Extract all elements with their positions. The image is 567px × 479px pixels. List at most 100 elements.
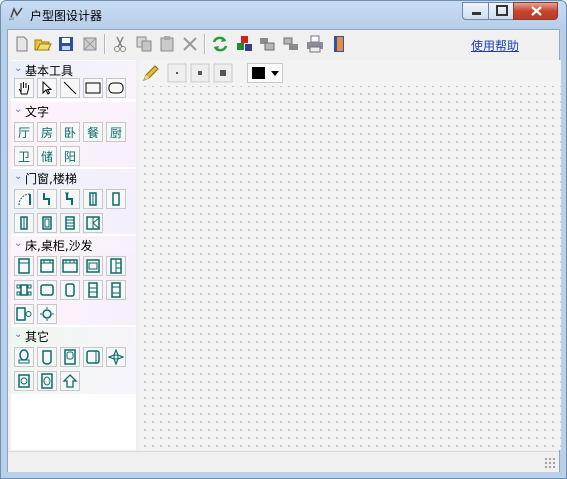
title-bar[interactable]: 户型图设计器 [1, 1, 566, 29]
print-preview-icon[interactable] [80, 34, 100, 54]
panel-header-text[interactable]: ⌄ 文字 [11, 102, 136, 119]
washbasin-icon[interactable] [60, 347, 80, 367]
minimize-icon [472, 12, 481, 15]
window-icon[interactable] [106, 189, 126, 209]
chevron-down-icon [271, 71, 279, 76]
window-title: 户型图设计器 [30, 9, 103, 23]
drawing-canvas[interactable] [139, 60, 561, 450]
window-icon[interactable] [83, 189, 103, 209]
maximize-icon [496, 5, 508, 16]
text-tool[interactable]: 房 [37, 122, 57, 142]
stairs-icon[interactable] [60, 213, 80, 233]
toolbar-separator [204, 34, 206, 54]
copy-icon[interactable] [134, 34, 154, 54]
sink-icon[interactable] [83, 347, 103, 367]
panel-label: 床,桌柜,沙发 [25, 239, 93, 253]
text-tool[interactable]: 阳 [60, 146, 80, 166]
text-tool[interactable]: 卧 [60, 122, 80, 142]
arrow-up-icon[interactable] [60, 371, 80, 391]
minimize-button[interactable] [462, 2, 489, 20]
new-icon[interactable] [12, 34, 32, 54]
sofa-icon[interactable] [106, 280, 126, 300]
ungroup-icon[interactable] [281, 34, 301, 54]
pointer-icon[interactable] [37, 78, 57, 98]
other-tools-panel [11, 344, 136, 394]
text-tool[interactable]: 餐 [83, 122, 103, 142]
refresh-icon[interactable] [210, 34, 230, 54]
panel-header-basic[interactable]: ⌄ 基本工具 [11, 61, 136, 78]
pencil-icon[interactable] [141, 63, 161, 83]
color-icon[interactable] [234, 34, 254, 54]
app-icon [9, 7, 23, 21]
dining-table-icon[interactable] [14, 280, 34, 300]
print-icon[interactable] [305, 34, 325, 54]
basic-tools-panel [11, 78, 136, 99]
bed-icon[interactable] [37, 256, 57, 276]
text-tool[interactable]: 卫 [14, 146, 34, 166]
line-icon[interactable] [60, 78, 80, 98]
canvas-toolbar [139, 60, 561, 86]
close-button[interactable] [513, 2, 558, 20]
door-arc-icon[interactable] [14, 189, 34, 209]
doors-tools-panel [11, 186, 136, 234]
text-tool[interactable]: 厅 [14, 122, 34, 142]
panel-label: 基本工具 [25, 64, 74, 78]
furniture-tools-panel [11, 253, 136, 325]
panel-label: 其它 [25, 330, 50, 344]
toilet-icon[interactable] [14, 347, 34, 367]
text-tools-panel: 厅 房 卧 餐 厨 卫 储 阳 [11, 119, 136, 167]
line-width-medium-button[interactable] [190, 63, 210, 83]
help-link[interactable]: 使用帮助 [471, 37, 519, 54]
close-icon [531, 6, 542, 16]
exit-icon[interactable] [329, 34, 349, 54]
stove-icon[interactable] [14, 371, 34, 391]
open-icon[interactable] [33, 34, 53, 54]
line-width-large-button[interactable] [213, 63, 233, 83]
paste-icon[interactable] [157, 34, 177, 54]
wardrobe-icon[interactable] [106, 256, 126, 276]
text-tool[interactable]: 厨 [106, 122, 126, 142]
rectangle-icon[interactable] [83, 78, 103, 98]
client-area: 使用帮助 ⌄ 基本工具 ⌄ 文字 厅 房 卧 餐 厨 卫 储 阳 ⌄ 门窗,楼梯… [7, 29, 561, 472]
panel-label: 文字 [25, 105, 50, 119]
text-tool[interactable]: 储 [37, 146, 57, 166]
chevron-up-icon: ⌄ [14, 63, 23, 74]
rounded-rectangle-icon[interactable] [106, 78, 126, 98]
chevron-up-icon: ⌄ [14, 329, 23, 340]
bed-icon[interactable] [14, 256, 34, 276]
selected-color-swatch [252, 67, 265, 79]
table-icon[interactable] [60, 280, 80, 300]
status-bar [8, 451, 559, 472]
color-picker-dropdown[interactable] [247, 63, 283, 83]
washer-icon[interactable] [37, 371, 57, 391]
window-icon[interactable] [37, 213, 57, 233]
toolbar-separator [104, 34, 106, 54]
table-icon[interactable] [37, 280, 57, 300]
armchair-icon[interactable] [14, 304, 34, 324]
line-width-small-button[interactable] [167, 63, 187, 83]
save-icon[interactable] [56, 34, 76, 54]
sofa-icon[interactable] [83, 280, 103, 300]
hand-icon[interactable] [14, 78, 34, 98]
group-icon[interactable] [257, 34, 277, 54]
stairs-icon[interactable] [83, 213, 103, 233]
maximize-button[interactable] [488, 2, 514, 20]
chevron-up-icon: ⌄ [14, 171, 23, 182]
round-table-icon[interactable] [37, 304, 57, 324]
main-toolbar: 使用帮助 [8, 30, 559, 58]
panel-header-furniture[interactable]: ⌄ 床,桌柜,沙发 [11, 236, 136, 253]
cut-icon[interactable] [110, 34, 130, 54]
door-icon[interactable] [60, 189, 80, 209]
plant-icon[interactable] [106, 347, 126, 367]
bed-icon[interactable] [60, 256, 80, 276]
delete-icon[interactable] [180, 34, 200, 54]
door-icon[interactable] [37, 189, 57, 209]
resize-grip[interactable] [544, 457, 556, 469]
panel-header-other[interactable]: ⌄ 其它 [11, 327, 136, 344]
window-icon[interactable] [14, 213, 34, 233]
tool-sidebar: ⌄ 基本工具 ⌄ 文字 厅 房 卧 餐 厨 卫 储 阳 ⌄ 门窗,楼梯 ⌄ 床,… [11, 60, 136, 450]
cabinet-icon[interactable] [83, 256, 103, 276]
panel-header-doors[interactable]: ⌄ 门窗,楼梯 [11, 169, 136, 186]
bathtub-icon[interactable] [37, 347, 57, 367]
app-window: 户型图设计器 使用帮助 ⌄ 基本工具 ⌄ 文字 厅 房 卧 餐 厨 卫 储 阳 … [0, 0, 567, 479]
